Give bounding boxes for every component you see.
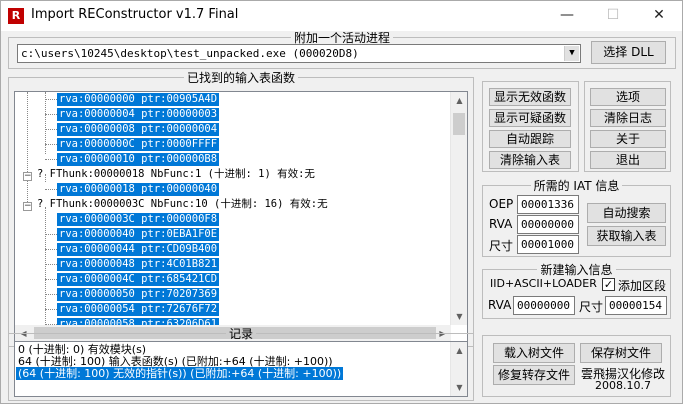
import-entry[interactable]: rva:00000050 ptr:70207369 (57, 288, 220, 301)
thunk-node[interactable]: ? FThunk:00000018 NbFunc:1 (十进制: 1) 有效:无 (36, 168, 316, 181)
new-rva-label: RVA (488, 298, 512, 312)
add-section-label[interactable]: 添加区段 (618, 277, 666, 294)
import-entry[interactable]: rva:00000018 ptr:00000040 (57, 183, 220, 196)
options-button[interactable]: 选项 (590, 88, 666, 106)
scroll-down-icon[interactable]: ▼ (451, 308, 467, 325)
select-dll-button[interactable]: 选择 DLL (591, 41, 666, 64)
tree-branch-line (45, 99, 57, 100)
add-section-checkbox[interactable]: ✓ (602, 278, 615, 291)
about-button[interactable]: 关于 (590, 130, 666, 148)
tree-branch-line (45, 234, 57, 235)
get-imports-button[interactable]: 获取输入表 (587, 226, 666, 246)
import-entry[interactable]: rva:00000040 ptr:0EBA1F0E (57, 228, 220, 241)
credits-line2: 2008.10.7 (595, 379, 651, 392)
new-rva-field[interactable]: 00000000 (513, 296, 575, 315)
app-window: R Import REConstructor v1.7 Final — ☐ ✕ … (0, 0, 683, 404)
size-field[interactable]: 00001000 (517, 235, 579, 254)
import-entry[interactable]: rva:00000008 ptr:00000004 (57, 123, 220, 136)
import-mode-label[interactable]: IID+ASCII+LOADER (490, 277, 597, 290)
load-tree-button[interactable]: 载入树文件 (493, 343, 575, 363)
new-size-field[interactable]: 00000154 (605, 296, 667, 315)
tree-branch-line (45, 189, 57, 190)
auto-trace-button[interactable]: 自动跟踪 (489, 130, 571, 148)
window-title: Import REConstructor v1.7 Final (31, 7, 239, 22)
tree-branch-line (45, 294, 57, 295)
tree-branch-line (45, 114, 57, 115)
import-entry[interactable]: rva:00000010 ptr:000000B8 (57, 153, 220, 166)
chevron-down-icon[interactable]: ▼ (564, 46, 579, 61)
app-icon: R (8, 8, 24, 24)
rva-field[interactable]: 00000000 (517, 215, 579, 234)
thunk-node[interactable]: ? FThunk:0000003C NbFunc:10 (十进制: 16) 有效… (36, 198, 329, 211)
tree-branch-line (45, 264, 57, 265)
client-area: 附加一个活动进程 c:\users\10245\desktop\test_unp… (1, 29, 682, 403)
auto-search-button[interactable]: 自动搜索 (587, 203, 666, 223)
title-bar[interactable]: R Import REConstructor v1.7 Final — ☐ ✕ (1, 1, 682, 31)
tree-branch-line (45, 279, 57, 280)
log-legend: 记录 (228, 327, 253, 341)
tree-branch-line (45, 159, 57, 160)
tree-branch-line (45, 144, 57, 145)
import-entry[interactable]: rva:00000048 ptr:4C01B821 (57, 258, 220, 271)
tree-guide-line (45, 207, 46, 337)
tree-branch-line (45, 129, 57, 130)
rva-label: RVA (489, 217, 513, 231)
tree-branch-line (45, 309, 57, 310)
scroll-thumb[interactable] (453, 113, 465, 135)
new-size-label: 尺寸 (579, 300, 604, 314)
save-tree-button[interactable]: 保存树文件 (580, 343, 662, 363)
import-entry[interactable]: rva:0000003C ptr:000000F8 (57, 213, 220, 226)
clear-imports-button[interactable]: 清除输入表 (489, 151, 571, 169)
import-entry[interactable]: rva:0000000C ptr:0000FFFF (57, 138, 220, 151)
import-entry[interactable]: rva:00000000 ptr:00905A4D (57, 93, 220, 106)
iat-info-legend: 所需的 IAT 信息 (533, 179, 620, 193)
collapse-icon[interactable]: − (23, 172, 32, 181)
new-import-legend: 新建输入信息 (540, 263, 613, 277)
import-entry[interactable]: rva:00000054 ptr:72676F72 (57, 303, 220, 316)
imports-group-legend: 已找到的输入表函数 (186, 71, 295, 85)
tree-branch-line (45, 249, 57, 250)
show-invalid-button[interactable]: 显示无效函数 (489, 88, 571, 106)
process-combobox[interactable]: c:\users\10245\desktop\test_unpacked.exe… (17, 44, 581, 63)
size-label: 尺寸 (489, 239, 514, 253)
tree-guide-line (27, 92, 28, 202)
maximize-button: ☐ (606, 7, 620, 23)
log-vertical-scrollbar[interactable]: ▲ ▼ (450, 342, 467, 396)
oep-field[interactable]: 00001336 (517, 195, 579, 214)
show-suspect-button[interactable]: 显示可疑函数 (489, 109, 571, 127)
log-listbox[interactable]: 0 (十进制: 0) 有效模块(s) 64 (十进制: 100) 输入表函数(s… (14, 341, 468, 397)
close-button[interactable]: ✕ (636, 1, 682, 31)
tree-vertical-scrollbar[interactable]: ▲ ▼ (450, 92, 467, 325)
imports-tree[interactable]: − − rva:00000000 ptr:00905A4D rva:000000… (14, 91, 468, 343)
process-combobox-value: c:\users\10245\desktop\test_unpacked.exe… (21, 47, 359, 60)
import-entry[interactable]: rva:0000004C ptr:685421CD (57, 273, 220, 286)
scroll-up-icon[interactable]: ▲ (451, 92, 467, 109)
fix-dump-button[interactable]: 修复转存文件 (493, 365, 575, 385)
import-entry[interactable]: rva:00000004 ptr:00000003 (57, 108, 220, 121)
oep-label: OEP (489, 197, 514, 211)
exit-button[interactable]: 退出 (590, 151, 666, 169)
scroll-up-icon[interactable]: ▲ (451, 342, 467, 359)
log-line[interactable]: (64 (十进制: 100) 无效的指针(s)) (已附加:+64 (十进制: … (16, 367, 344, 380)
scroll-down-icon[interactable]: ▼ (451, 379, 467, 396)
collapse-icon[interactable]: − (23, 202, 32, 211)
clear-log-button[interactable]: 清除日志 (590, 109, 666, 127)
minimize-button[interactable]: — (544, 1, 590, 31)
import-entry[interactable]: rva:00000044 ptr:CD09B400 (57, 243, 220, 256)
